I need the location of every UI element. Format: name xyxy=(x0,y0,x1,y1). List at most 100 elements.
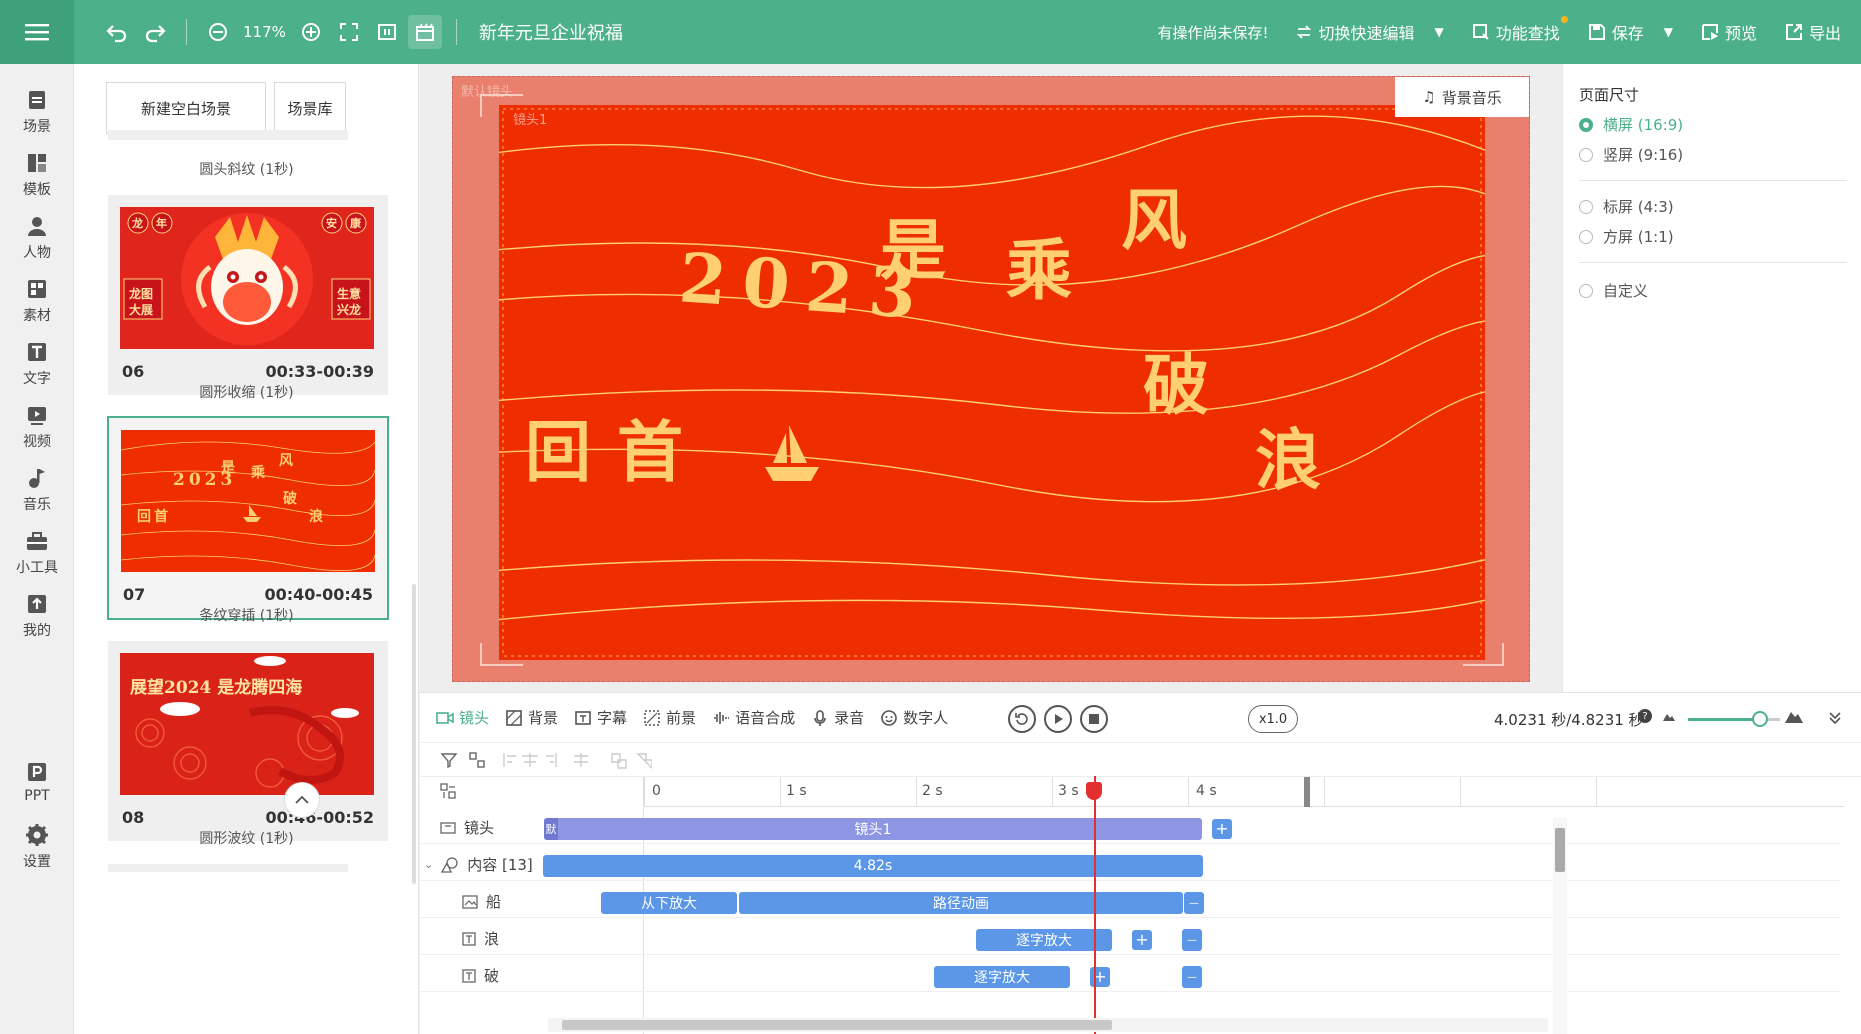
text-feng[interactable]: 风 xyxy=(1121,167,1187,263)
clipboard-button[interactable] xyxy=(407,15,442,49)
radio-portrait[interactable]: 竖屏 (9:16) xyxy=(1579,144,1683,165)
scrollbar[interactable] xyxy=(412,584,416,884)
filter-icon[interactable] xyxy=(440,751,458,769)
radio-standard[interactable]: 标屏 (4:3) xyxy=(1579,196,1674,217)
tab-record[interactable]: 录音 xyxy=(811,707,864,728)
transition-label[interactable]: 条纹穿插 (1秒) xyxy=(74,605,418,625)
rail-item-music[interactable]: 音乐 xyxy=(0,466,74,514)
group-icon[interactable] xyxy=(468,751,486,769)
background-music-button[interactable]: ♫ 背景音乐 xyxy=(1395,77,1529,117)
chevron-down-icon[interactable]: ▼ xyxy=(1434,25,1443,39)
scrollbar-thumb[interactable] xyxy=(1555,828,1565,872)
track-camera[interactable]: 镜头 xyxy=(440,817,494,838)
document-title[interactable]: 新年元旦企业祝福 xyxy=(479,19,623,45)
rail-item-material[interactable]: 素材 xyxy=(0,277,74,325)
replay-button[interactable] xyxy=(1008,705,1036,733)
text-huishou[interactable]: 回首 xyxy=(525,399,709,495)
switch-quick-edit-button[interactable]: 切换快速编辑 ▼ xyxy=(1296,20,1444,44)
collapse-icon[interactable] xyxy=(1828,711,1842,725)
zoom-out-timeline-icon[interactable] xyxy=(1662,709,1676,723)
scene-time-range: 00:33-00:39 xyxy=(265,362,375,381)
stop-button[interactable] xyxy=(1080,705,1108,733)
scene-card[interactable]: 展望2024 是龙腾四海 08 00:46-00:52 xyxy=(108,641,388,841)
rail-item-toolbox[interactable]: 小工具 xyxy=(0,529,74,577)
playhead-handle[interactable] xyxy=(1086,782,1102,800)
preview-button[interactable]: 预览 xyxy=(1701,20,1757,44)
horizontal-scrollbar[interactable] xyxy=(548,1018,1548,1032)
content-clip[interactable]: 4.82s xyxy=(543,855,1203,877)
scene-card-active[interactable]: 2023 是 乘 风 破 回首 浪 07 00:40-00:45 xyxy=(107,416,389,620)
sailboat-icon[interactable] xyxy=(763,423,823,485)
boat-enter-clip[interactable]: 从下放大 xyxy=(601,892,737,914)
radio-square[interactable]: 方屏 (1:1) xyxy=(1579,226,1674,247)
end-marker[interactable] xyxy=(1304,777,1310,807)
rail-item-text[interactable]: 文字 xyxy=(0,340,74,388)
ruler-tick xyxy=(1460,777,1461,807)
waveform-icon xyxy=(714,711,730,724)
transition-label[interactable]: 圆形波纹 (1秒) xyxy=(74,828,418,848)
add-camera-button[interactable]: + xyxy=(1212,819,1232,839)
chevron-down-icon[interactable]: ▼ xyxy=(1664,25,1673,39)
boat-exit-clip[interactable]: — xyxy=(1184,892,1204,914)
tab-digital-human[interactable]: 数字人 xyxy=(880,707,948,728)
save-button[interactable]: 保存 ▼ xyxy=(1588,20,1673,44)
time-ruler[interactable]: 0 1 s 2 s 3 s 4 s xyxy=(644,777,1844,807)
transition-label[interactable]: 圆形收缩 (1秒) xyxy=(74,382,418,402)
text-cheng[interactable]: 乘 xyxy=(1006,217,1072,313)
rail-item-template[interactable]: 模板 xyxy=(0,151,74,199)
vertical-scrollbar[interactable] xyxy=(1553,818,1567,1034)
feature-search-button[interactable]: 功能查找 xyxy=(1472,16,1568,44)
rail-item-settings[interactable]: 设置 xyxy=(0,823,74,871)
radio-custom[interactable]: 自定义 xyxy=(1579,280,1648,301)
rail-item-person[interactable]: 人物 xyxy=(0,214,74,262)
slider-knob[interactable] xyxy=(1752,711,1768,727)
tab-tts[interactable]: 语音合成 xyxy=(712,707,795,728)
text-lang[interactable]: 浪 xyxy=(1255,407,1321,503)
rail-item-mine[interactable]: 我的 xyxy=(0,592,74,640)
zoom-in-button[interactable] xyxy=(294,15,328,49)
transition-label[interactable]: 圆头斜纹 (1秒) xyxy=(74,159,418,179)
lang-exit-clip[interactable]: — xyxy=(1182,929,1202,951)
hamburger-menu-button[interactable] xyxy=(0,0,74,64)
playback-speed-button[interactable]: x1.0 xyxy=(1248,705,1298,733)
rail-item-ppt[interactable]: PPT xyxy=(0,760,74,804)
camera-clip[interactable]: 默 镜头1 xyxy=(544,818,1202,840)
scroll-to-top-button[interactable] xyxy=(284,782,320,818)
stage[interactable]: 默认镜头 镜头1 ♫ 背景音乐 是 乘 风 2023 破 回首 浪 xyxy=(452,76,1530,682)
zoom-out-button[interactable] xyxy=(201,15,235,49)
scene-card[interactable]: 龙 年 安 康 龙图 大展 生意 兴龙 06 00:33-00:39 xyxy=(108,195,388,395)
chevron-down-icon[interactable]: ⌄ xyxy=(424,858,433,871)
rail-item-scene[interactable]: 场景 xyxy=(0,88,74,136)
zoom-in-timeline-icon[interactable] xyxy=(1784,705,1804,725)
lang-enter-clip[interactable]: 逐字放大 xyxy=(976,929,1112,951)
fit-screen-button[interactable] xyxy=(370,15,404,49)
po-exit-clip[interactable]: — xyxy=(1182,966,1202,988)
play-button[interactable] xyxy=(1044,705,1072,733)
scrollbar-thumb[interactable] xyxy=(562,1020,1112,1030)
scene-background[interactable] xyxy=(499,105,1485,660)
tab-camera[interactable]: 镜头 xyxy=(436,707,489,728)
help-icon[interactable]: ? xyxy=(1638,709,1652,723)
export-button[interactable]: 导出 xyxy=(1785,20,1841,44)
text-po[interactable]: 破 xyxy=(1143,332,1209,428)
scene-library-button[interactable]: 场景库 xyxy=(274,82,346,134)
track-content[interactable]: ⌄ 内容 [13] xyxy=(424,854,533,875)
fullscreen-button[interactable] xyxy=(332,15,366,49)
redo-button[interactable] xyxy=(138,15,172,49)
rail-item-video[interactable]: 视频 xyxy=(0,403,74,451)
tab-foreground[interactable]: 前景 xyxy=(643,707,696,728)
add-animation-button[interactable]: + xyxy=(1132,930,1152,950)
boat-path-clip[interactable]: 路径动画 xyxy=(739,892,1183,914)
timeline-zoom-slider[interactable] xyxy=(1688,718,1760,721)
radio-landscape[interactable]: 横屏 (16:9) xyxy=(1579,114,1683,135)
po-enter-clip[interactable]: 逐字放大 xyxy=(934,966,1070,988)
undo-button[interactable] xyxy=(100,15,134,49)
layout-icon[interactable] xyxy=(440,783,456,799)
track-lang[interactable]: 浪 xyxy=(462,928,499,949)
add-animation-button[interactable]: + xyxy=(1090,967,1110,987)
track-po[interactable]: 破 xyxy=(462,965,499,986)
tab-background[interactable]: 背景 xyxy=(505,707,558,728)
track-boat[interactable]: 船 xyxy=(462,891,501,912)
new-blank-scene-button[interactable]: 新建空白场景 xyxy=(106,82,266,134)
tab-subtitle[interactable]: 字幕 xyxy=(574,707,627,728)
